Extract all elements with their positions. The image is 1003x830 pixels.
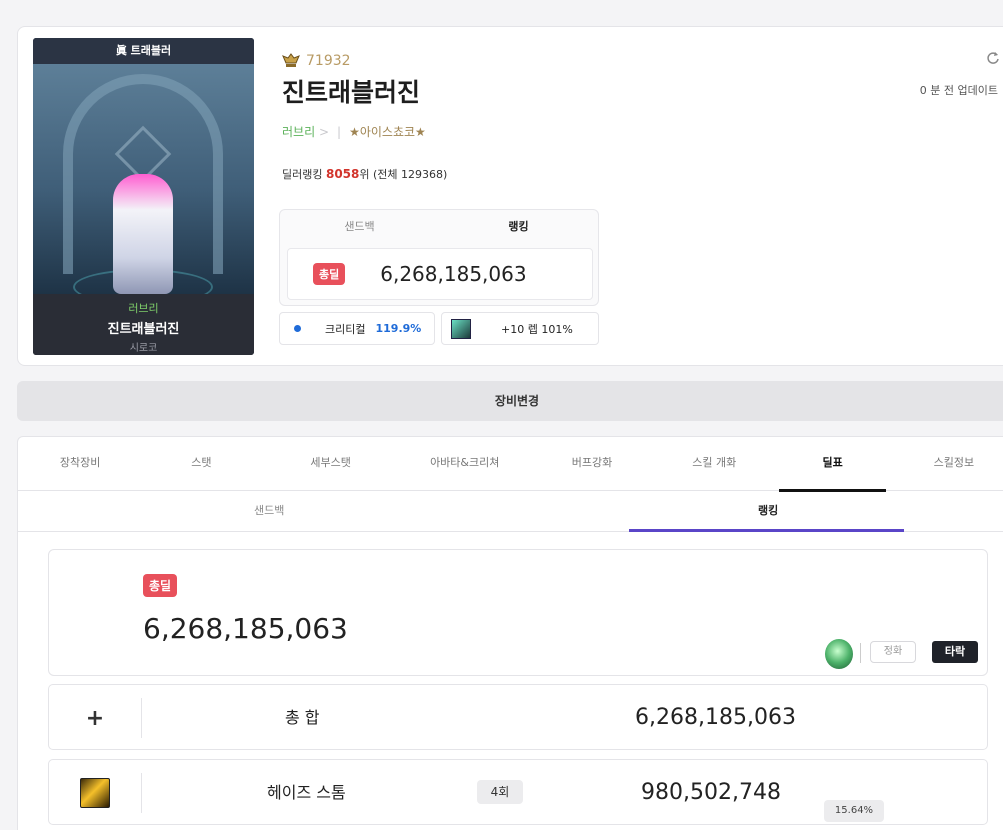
divider (860, 643, 861, 663)
hit-count-chip: 4회 (477, 780, 523, 804)
row-label: 총 합 (285, 708, 320, 727)
fall-chip[interactable]: 타락 (932, 641, 978, 663)
total-damage-badge-large: 총딜 (143, 574, 178, 597)
mini-total-row: 총딜 6,268,185,063 (287, 248, 593, 300)
tab-avatar-creature[interactable]: 아바타&크리쳐 (401, 437, 529, 490)
crit-stat: 크리티컬 119.9% (279, 312, 435, 345)
total-damage-card: 총딜 6,268,185,063 정화 타락 (48, 549, 988, 676)
fame-value: 71932 (306, 53, 351, 69)
mini-tab-ranking[interactable]: 랭킹 (439, 210, 598, 244)
character-name: 진트래블러진 (282, 78, 421, 107)
change-equipment-button[interactable]: 장비변경 (17, 381, 1003, 421)
crit-value: 119.9% (375, 322, 422, 335)
portrait-footer: 러브리 진트래블러진 시로코 (33, 294, 254, 355)
tab-equipped[interactable]: 장착장비 (18, 437, 142, 490)
mini-tab-sandbag[interactable]: 샌드백 (280, 210, 439, 244)
guild-row: 러브리 > | ★아이스쵸코★ (282, 123, 447, 140)
refresh-icon[interactable] (986, 51, 1000, 65)
row-value: 980,502,748 (641, 780, 781, 805)
portrait-server: 시로코 (129, 343, 158, 354)
guild-arrow-icon: > (318, 125, 330, 139)
tab-detail-stats[interactable]: 세부스탯 (261, 437, 401, 490)
row-label: 헤이즈 스톰 (267, 783, 346, 802)
character-portrait: 眞 트래블러 러브리 진트래블러진 시로코 (33, 38, 254, 355)
guild-link[interactable]: 러브리 > (282, 123, 329, 140)
percent-chip: 15.64% (824, 800, 884, 822)
mini-total-value: 6,268,185,063 (380, 262, 527, 286)
main-tabs: 장착장비 스탯 세부스탯 아바타&크리쳐 버프강화 스킬 개화 딜표 스킬정보 (18, 437, 1003, 492)
damage-summary-box: 샌드백 랭킹 총딜 6,268,185,063 (279, 209, 599, 306)
equipment-text: +10 렙 101% (501, 322, 573, 336)
tab-skill-info[interactable]: 스킬정보 (892, 437, 1003, 490)
crit-label: 크리티컬 (325, 322, 366, 336)
purify-chip[interactable]: 정화 (870, 641, 916, 663)
portrait-artwork (33, 64, 254, 305)
portrait-class-label: 眞 트래블러 (33, 38, 254, 64)
row-icon-cell: + (49, 698, 142, 738)
updated-time: 0 분 전 업데이트 (919, 84, 998, 97)
fame-row: 71932 (282, 53, 447, 69)
plus-icon[interactable]: + (86, 706, 104, 731)
sub-tab-indicator (629, 529, 904, 532)
sub-tabs: 샌드백 랭킹 (18, 491, 1003, 532)
tab-damage-table[interactable]: 딜표 (773, 437, 891, 492)
crit-dot-icon (294, 325, 301, 332)
fame-crest-icon (282, 53, 300, 67)
total-damage-value: 6,268,185,063 (143, 612, 348, 645)
haze-storm-skill-icon (80, 778, 110, 808)
table-row: + 총 합 6,268,185,063 (48, 684, 988, 750)
tab-skill-bloom[interactable]: 스킬 개화 (655, 437, 773, 490)
sub-tab-sandbag[interactable]: 샌드백 (254, 491, 284, 531)
table-row: 헤이즈 스톰 4회 980,502,748 15.64% (48, 759, 988, 825)
mini-tabs: 샌드백 랭킹 (280, 210, 598, 244)
equipment-icon (451, 318, 471, 339)
dealer-ranking: 딜러랭킹 8058위 (전체 129368) (282, 167, 448, 181)
character-info: 71932 진트래블러진 러브리 > | ★아이스쵸코★ 딜러랭킹 8058위 … (282, 53, 447, 182)
separator: | (337, 124, 342, 139)
rank-value: 8058 (325, 167, 360, 181)
portrait-name: 진트래블러진 (107, 322, 180, 337)
adventure-name[interactable]: ★아이스쵸코★ (349, 123, 426, 140)
equipment-stat: +10 렙 101% (441, 312, 599, 345)
row-value: 6,268,185,063 (635, 705, 796, 730)
character-card: 眞 트래블러 러브리 진트래블러진 시로코 71932 진트래블러진 러브리 >… (17, 26, 1003, 366)
gem-icon[interactable] (825, 639, 853, 669)
portrait-guild: 러브리 (128, 302, 159, 315)
tab-buff[interactable]: 버프강화 (529, 437, 655, 490)
row-icon-cell (49, 773, 142, 813)
total-damage-badge: 총딜 (313, 263, 346, 285)
character-figure (113, 174, 173, 294)
sub-tab-ranking[interactable]: 랭킹 (758, 491, 778, 531)
tab-stats[interactable]: 스탯 (142, 437, 260, 490)
